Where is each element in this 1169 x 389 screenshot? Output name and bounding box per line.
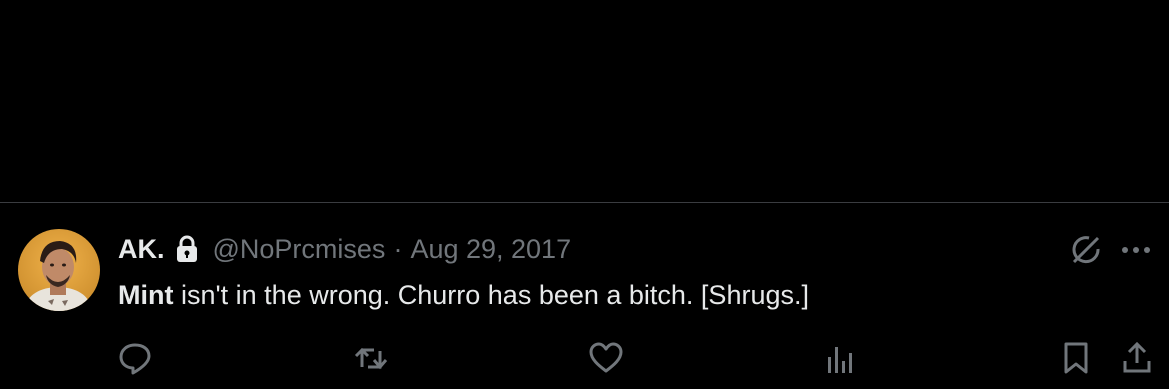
tweet-text: Mint isn't in the wrong. Churro has been… xyxy=(118,279,809,311)
avatar[interactable] xyxy=(18,229,100,311)
reply-icon[interactable] xyxy=(118,341,152,375)
lock-icon xyxy=(175,235,199,263)
tweet-top-actions xyxy=(1069,233,1151,267)
display-name[interactable]: AK. xyxy=(118,234,165,265)
views-icon[interactable] xyxy=(826,341,856,375)
separator-dot: · xyxy=(393,233,403,264)
like-icon[interactable] xyxy=(588,341,624,375)
more-icon[interactable] xyxy=(1121,245,1151,255)
tweet-date[interactable]: Aug 29, 2017 xyxy=(410,234,571,265)
tweet-text-body: isn't in the wrong. Churro has been a bi… xyxy=(173,280,809,310)
grok-icon[interactable] xyxy=(1069,233,1103,267)
bookmark-icon[interactable] xyxy=(1062,341,1090,375)
tweet-text-mention: Mint xyxy=(118,280,174,310)
tweet[interactable]: AK. @NoPrcmises · Aug 29, 2017 Mint isn'… xyxy=(0,203,1169,389)
tweet-header: AK. @NoPrcmises · Aug 29, 2017 xyxy=(118,233,571,265)
blank-top-area xyxy=(0,0,1169,203)
share-icon[interactable] xyxy=(1122,341,1152,375)
user-handle[interactable]: @NoPrcmises xyxy=(213,234,386,265)
retweet-icon[interactable] xyxy=(354,341,390,375)
